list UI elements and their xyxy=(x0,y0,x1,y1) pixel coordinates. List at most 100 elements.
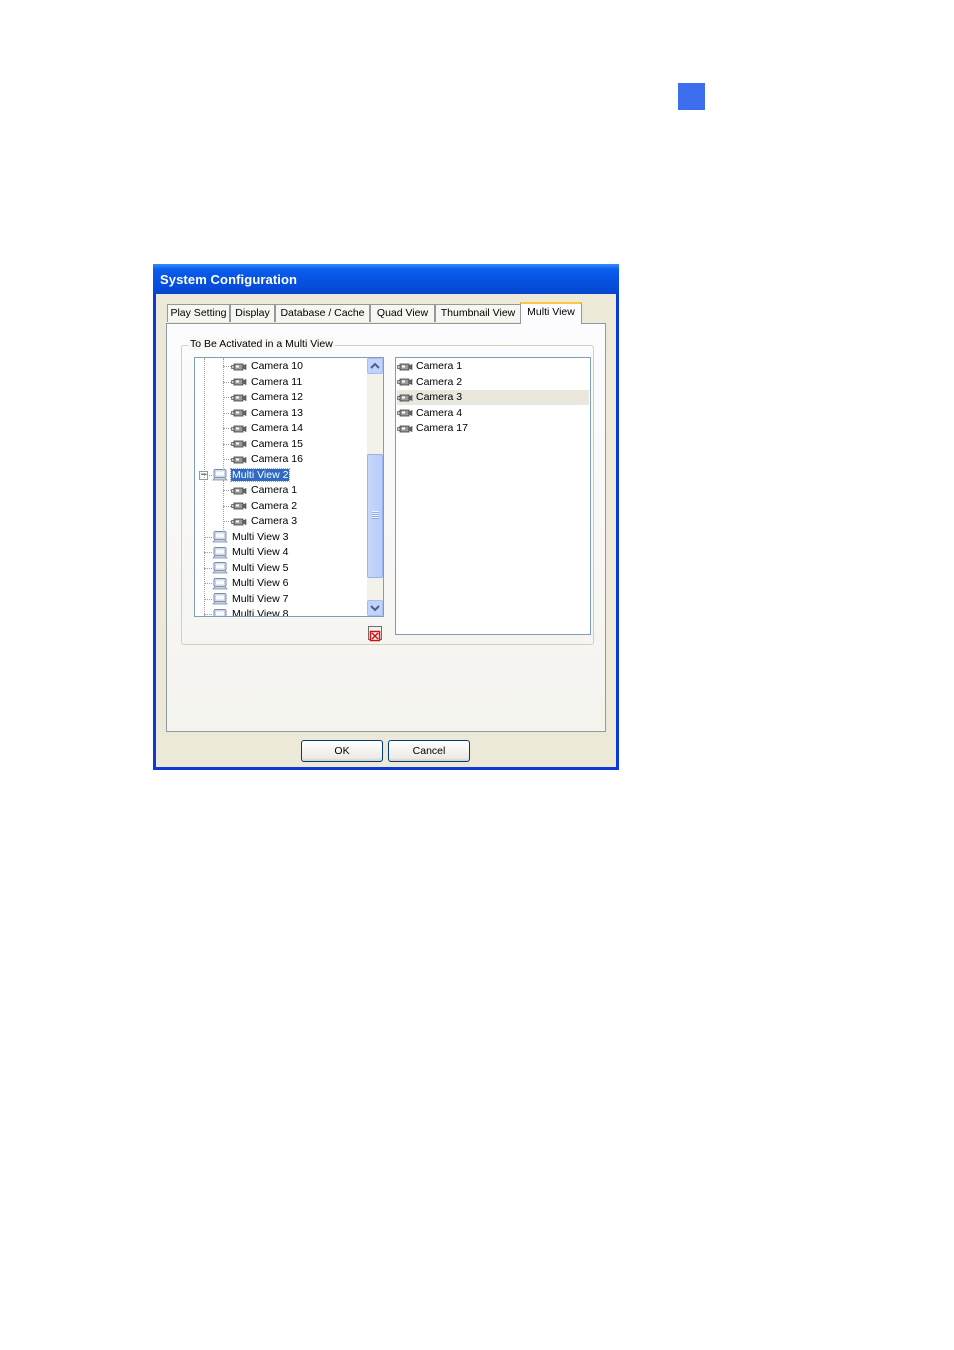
tree-camera-node[interactable]: Camera 1 xyxy=(231,483,298,498)
camera-icon xyxy=(397,377,413,386)
multi-view-icon xyxy=(212,530,228,543)
activated-camera-label: Camera 4 xyxy=(416,406,463,419)
tree-connector xyxy=(223,381,231,383)
corner-marker xyxy=(678,83,705,110)
window-title: System Configuration xyxy=(160,272,298,287)
multi-view-icon xyxy=(212,546,228,559)
tab-display[interactable]: Display xyxy=(230,304,275,322)
chevron-down-icon xyxy=(370,605,380,612)
tree-camera-node[interactable]: Camera 11 xyxy=(231,375,303,390)
camera-icon xyxy=(231,439,247,448)
tree-camera-node[interactable]: Camera 15 xyxy=(231,437,304,452)
camera-icon xyxy=(231,393,247,402)
tree-connector xyxy=(204,598,212,600)
multi-view-tree[interactable]: Camera 10 Camera 11 Camera 12 Camera 13 Came… xyxy=(194,357,384,617)
tree-node-label: Camera 16 xyxy=(251,453,303,465)
tree-camera-node[interactable]: Camera 13 xyxy=(231,406,304,421)
tree-node-label: Camera 15 xyxy=(251,437,303,450)
delete-button[interactable] xyxy=(368,626,382,642)
activation-group: To Be Activated in a Multi View Camera 1… xyxy=(181,338,594,645)
tree-node-label: Camera 14 xyxy=(251,422,303,434)
camera-icon xyxy=(231,517,247,526)
camera-icon xyxy=(231,424,247,433)
camera-icon xyxy=(231,501,247,510)
activated-camera-label: Camera 1 xyxy=(416,360,463,372)
tree-camera-node[interactable]: Camera 3 xyxy=(231,514,298,529)
tab-label: Multi View xyxy=(527,306,575,318)
tree-node-label: Camera 2 xyxy=(251,499,298,512)
camera-icon xyxy=(231,362,247,371)
activated-camera-item[interactable]: Camera 3 xyxy=(397,390,589,405)
multi-view-icon xyxy=(212,608,228,616)
tree-connector xyxy=(223,412,231,414)
tree-connector xyxy=(204,583,212,584)
multi-view-icon xyxy=(212,561,228,574)
tab-label: Thumbnail View xyxy=(440,307,516,319)
title-bar[interactable]: System Configuration xyxy=(153,264,619,294)
multi-view-icon xyxy=(212,468,228,481)
tab-label: Quad View xyxy=(376,307,429,319)
tree-multi-view-node[interactable]: Multi View 8 xyxy=(212,607,289,616)
tree-node-label: Multi View 5 xyxy=(232,561,289,574)
tab-thumbnail-view[interactable]: Thumbnail View xyxy=(435,304,521,322)
tree-node-label: Camera 12 xyxy=(251,391,303,403)
tree-node-label: Multi View 6 xyxy=(232,577,289,589)
tree-multi-view-node[interactable]: Multi View 6 xyxy=(212,576,289,591)
tab-label: Database / Cache xyxy=(280,307,365,319)
tree-connector xyxy=(223,490,231,491)
system-configuration-window: System Configuration Play Setting Displa… xyxy=(153,264,619,770)
ok-button[interactable]: OK xyxy=(301,740,383,762)
delete-icon xyxy=(369,630,381,642)
tab-multi-view[interactable]: Multi View xyxy=(520,302,582,324)
tree-multi-view-node[interactable]: Multi View 4 xyxy=(212,545,289,560)
tree-connector xyxy=(204,614,212,615)
tree-node-label: Camera 3 xyxy=(251,515,298,527)
tree-node-label: Camera 11 xyxy=(251,375,303,388)
activated-camera-label: Camera 2 xyxy=(416,375,463,388)
scroll-thumb[interactable] xyxy=(367,454,383,578)
tree-guide-line xyxy=(223,480,224,532)
tree-connector xyxy=(223,428,231,429)
grip-icon xyxy=(372,511,379,519)
tree-connector xyxy=(223,366,231,367)
tree-camera-node[interactable]: Camera 2 xyxy=(231,499,298,514)
scroll-down-button[interactable] xyxy=(367,600,383,616)
multi-view-panel: To Be Activated in a Multi View Camera 1… xyxy=(166,323,606,732)
tree-camera-node[interactable]: Camera 14 xyxy=(231,421,304,436)
activated-camera-label: Camera 17 xyxy=(416,422,468,434)
tree-multi-view-node[interactable]: Multi View 5 xyxy=(212,561,289,576)
scroll-up-button[interactable] xyxy=(367,358,383,374)
tab-label: Play Setting xyxy=(170,307,227,319)
tree-node-label: Camera 1 xyxy=(251,484,298,496)
tree-connector xyxy=(204,536,212,538)
tab-label: Display xyxy=(235,307,270,319)
camera-icon xyxy=(231,455,247,464)
tree-guide-line xyxy=(204,358,205,616)
tree-node-label: Multi View 2 xyxy=(229,467,291,482)
chevron-up-icon xyxy=(370,362,380,369)
activated-camera-item[interactable]: Camera 17 xyxy=(397,421,589,436)
tab-play-setting[interactable]: Play Setting xyxy=(167,304,230,322)
group-legend: To Be Activated in a Multi View xyxy=(188,338,335,350)
activated-camera-label: Camera 3 xyxy=(416,391,463,403)
tab-quad-view[interactable]: Quad View xyxy=(370,304,435,322)
camera-icon xyxy=(397,408,413,417)
tree-multi-view-node[interactable]: Multi View 7 xyxy=(212,592,289,607)
tree-connector xyxy=(204,552,212,553)
tree-node-label: Camera 13 xyxy=(251,406,303,419)
tree-scrollbar[interactable] xyxy=(367,358,383,616)
activated-camera-list[interactable]: Camera 1 Camera 2 Camera 3 Camera 4 Camera 1… xyxy=(395,357,591,635)
activated-camera-item[interactable]: Camera 4 xyxy=(397,406,589,421)
cancel-button[interactable]: Cancel xyxy=(388,740,470,762)
tree-node-label: Camera 10 xyxy=(251,360,303,372)
camera-icon xyxy=(231,486,247,495)
tree-camera-node[interactable]: Camera 10 xyxy=(231,359,304,374)
tree-connector xyxy=(223,443,231,445)
activated-camera-item[interactable]: Camera 2 xyxy=(397,375,589,390)
tree-connector xyxy=(223,521,231,522)
multi-view-icon xyxy=(212,592,228,605)
activated-camera-item[interactable]: Camera 1 xyxy=(397,359,589,374)
tab-database-cache[interactable]: Database / Cache xyxy=(275,304,370,322)
tree-camera-node[interactable]: Camera 12 xyxy=(231,390,304,405)
tree-camera-node[interactable]: Camera 16 xyxy=(231,452,304,467)
